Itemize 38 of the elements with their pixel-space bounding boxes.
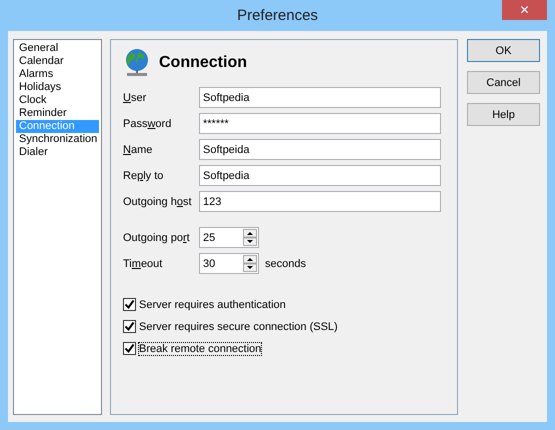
text-field[interactable]: ****** (199, 113, 441, 134)
category-item[interactable]: Clock (16, 94, 99, 107)
window-title: Preferences (237, 7, 318, 24)
spin-field[interactable]: 30 (199, 253, 259, 274)
category-item[interactable]: Alarms (16, 68, 99, 81)
field-label: Outgoing host (123, 196, 193, 208)
checkbox-label[interactable]: Break remote connection (139, 342, 262, 354)
category-item[interactable]: Dialer (16, 146, 99, 159)
dialog-button[interactable]: OK (467, 39, 540, 62)
category-item[interactable]: General (16, 42, 99, 55)
field-label: Timeout (123, 258, 164, 270)
field-label: Password (123, 118, 172, 130)
checkbox[interactable] (123, 320, 136, 333)
unit-label: seconds (265, 258, 306, 270)
text-field[interactable]: Softpedia (199, 165, 441, 186)
checkbox[interactable] (123, 342, 136, 355)
category-item[interactable]: Holidays (16, 81, 99, 94)
text-field[interactable]: Softpedia (199, 87, 441, 108)
section-title: Connection (159, 54, 247, 72)
text-field[interactable]: Softpeida (199, 139, 441, 160)
close-button[interactable]: ✕ (502, 0, 547, 20)
spin-arrows-icon[interactable] (243, 255, 257, 272)
checkbox-label[interactable]: Server requires secure connection (SSL) (139, 320, 338, 332)
spin-arrows-icon[interactable] (243, 229, 257, 246)
field-label: Name (123, 144, 154, 156)
dialog-button[interactable]: Cancel (467, 71, 540, 94)
field-label: Reply to (123, 170, 164, 182)
checkbox[interactable] (123, 298, 136, 311)
checkbox-label[interactable]: Server requires authentication (139, 298, 286, 310)
category-item[interactable]: Reminder (16, 107, 99, 120)
dialog-button[interactable]: Help (467, 103, 540, 126)
text-field[interactable]: 123 (199, 191, 441, 212)
category-item[interactable]: Synchronization (16, 133, 99, 146)
category-item[interactable]: Calendar (16, 55, 99, 68)
field-label: User (123, 92, 148, 104)
field-label: Outgoing port (123, 232, 191, 244)
globe-network-icon (123, 48, 151, 78)
spin-field[interactable]: 25 (199, 227, 259, 248)
